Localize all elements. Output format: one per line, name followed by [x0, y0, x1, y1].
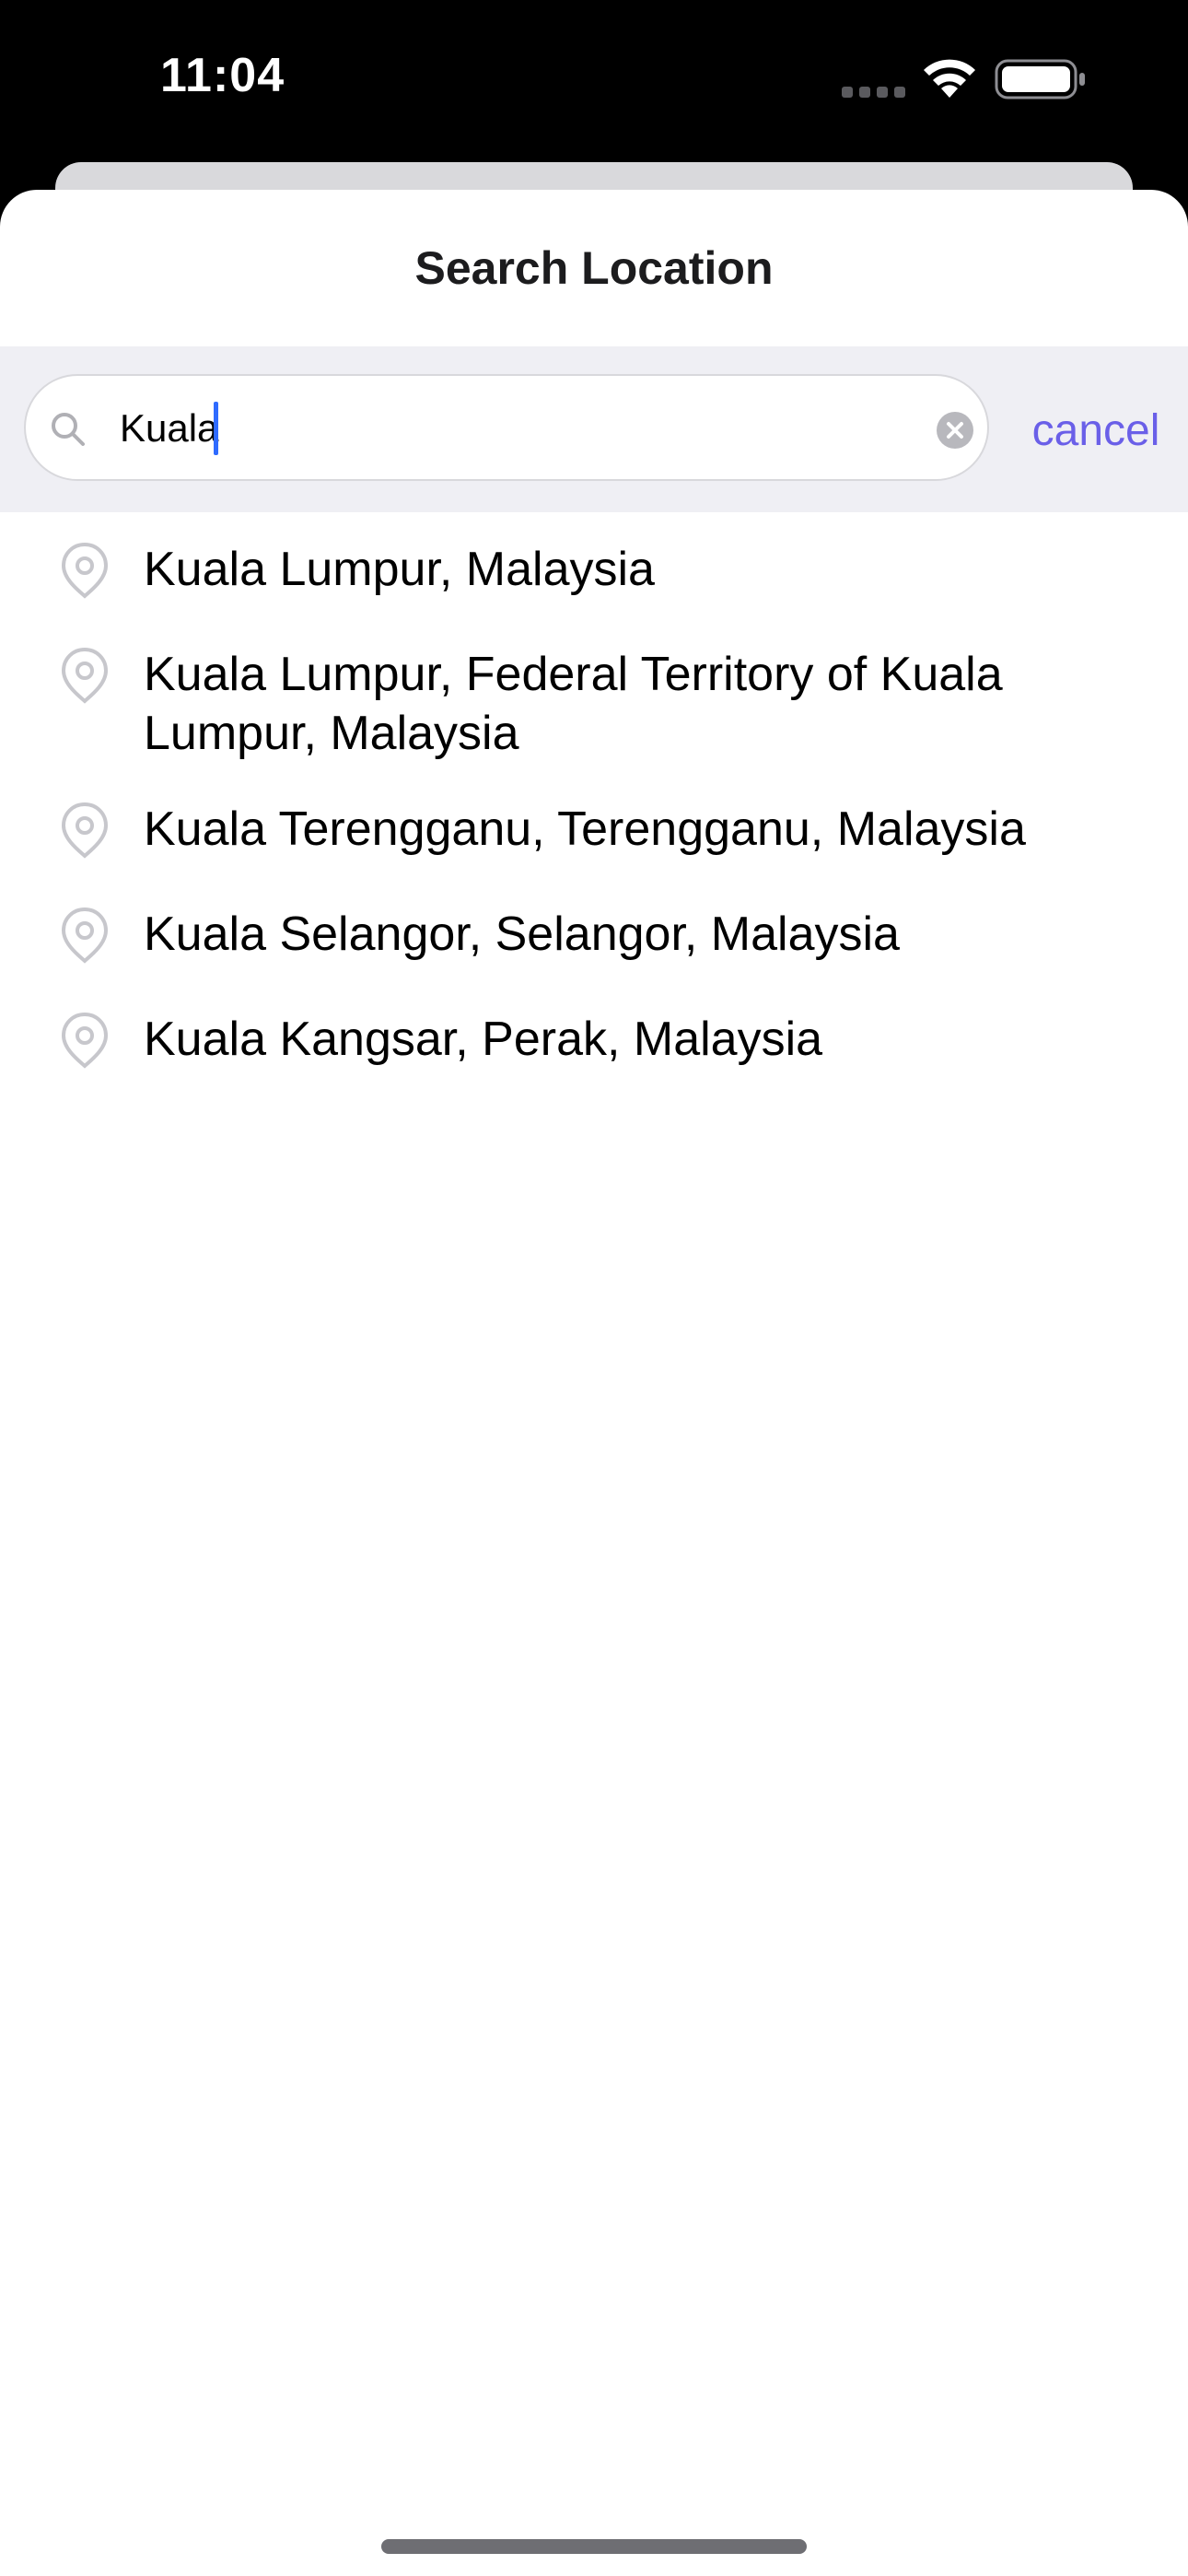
search-location-sheet: Search Location cancel Kuala Lumpur, Mal…: [0, 190, 1188, 2576]
result-item[interactable]: Kuala Lumpur, Federal Territory of Kuala…: [0, 626, 1188, 781]
status-time: 11:04: [160, 49, 285, 102]
search-input[interactable]: [120, 392, 912, 464]
result-item[interactable]: Kuala Kangsar, Perak, Malaysia: [0, 991, 1188, 1096]
location-pin-icon: [61, 802, 109, 859]
battery-icon: [995, 59, 1085, 100]
result-item[interactable]: Kuala Lumpur, Malaysia: [0, 521, 1188, 626]
location-pin-icon: [61, 647, 109, 704]
search-field[interactable]: [24, 374, 989, 481]
search-icon: [52, 413, 85, 446]
home-indicator[interactable]: [381, 2539, 807, 2554]
cellular-signal-icon: [842, 87, 905, 98]
search-bar: cancel: [0, 346, 1188, 512]
clear-icon[interactable]: [936, 411, 974, 450]
cancel-button[interactable]: cancel: [1013, 394, 1179, 468]
result-label: Kuala Kangsar, Perak, Malaysia: [144, 1013, 823, 1066]
location-pin-icon: [61, 1012, 109, 1069]
result-item[interactable]: Kuala Selangor, Selangor, Malaysia: [0, 886, 1188, 991]
result-label: Kuala Selangor, Selangor, Malaysia: [144, 907, 900, 961]
status-bar: 11:04: [0, 0, 1188, 166]
result-label: Kuala Lumpur, Malaysia: [144, 543, 655, 596]
result-label: Kuala Terengganu, Terengganu, Malaysia: [144, 802, 1026, 856]
wifi-icon: [924, 59, 975, 98]
text-caret: [214, 402, 218, 455]
sheet-title: Search Location: [414, 242, 774, 294]
location-pin-icon: [61, 907, 109, 964]
result-label: Kuala Lumpur, Federal Territory of Kuala…: [144, 648, 1003, 760]
location-pin-icon: [61, 542, 109, 599]
result-item[interactable]: Kuala Terengganu, Terengganu, Malaysia: [0, 781, 1188, 886]
search-results-list: Kuala Lumpur, Malaysia Kuala Lumpur, Fed…: [0, 521, 1188, 1096]
